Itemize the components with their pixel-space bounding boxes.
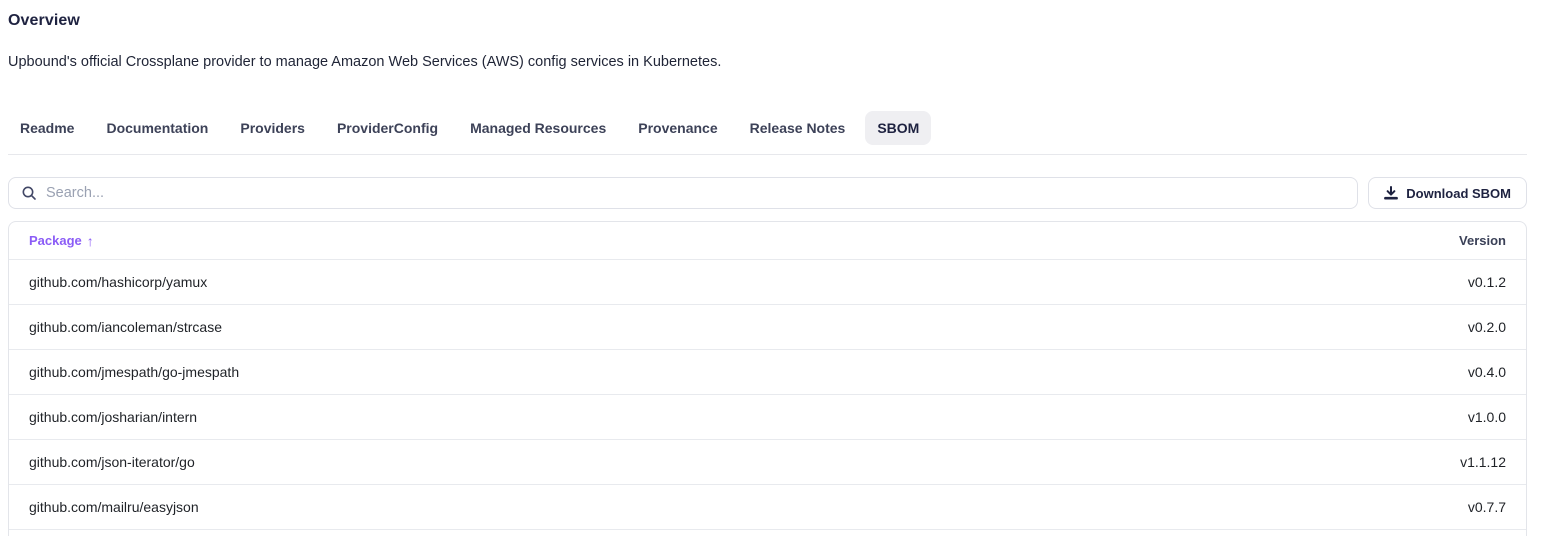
version-cell: v0.2.0 [1468,319,1506,335]
tab-providerconfig[interactable]: ProviderConfig [325,111,450,145]
search-icon [21,185,46,201]
table-header-row: Package ↑ Version [9,222,1526,259]
column-header-package[interactable]: Package ↑ [29,233,94,249]
tab-provenance[interactable]: Provenance [626,111,729,145]
page-title: Overview [8,12,1527,30]
download-sbom-button[interactable]: Download SBOM [1368,177,1527,209]
version-cell: v1.1.12 [1460,454,1506,470]
package-cell: github.com/jmespath/go-jmespath [29,364,239,380]
column-header-version[interactable]: Version [1459,233,1506,248]
search-box[interactable] [8,177,1358,209]
download-sbom-label: Download SBOM [1406,186,1511,201]
version-cell: v0.1.2 [1468,274,1506,290]
package-cell: github.com/mailru/easyjson [29,499,199,515]
tab-providers[interactable]: Providers [228,111,317,145]
tab-bar: Readme Documentation Providers ProviderC… [8,111,1527,145]
sort-ascending-icon: ↑ [87,233,94,249]
table-row: github.com/iancoleman/strcase v0.2.0 [9,304,1526,349]
column-header-package-label: Package [29,233,82,248]
package-cell: github.com/json-iterator/go [29,454,195,470]
version-cell: v1.0.0 [1468,409,1506,425]
tab-documentation[interactable]: Documentation [94,111,220,145]
table-row: github.com/josharian/intern v1.0.0 [9,394,1526,439]
version-cell: v0.4.0 [1468,364,1506,380]
provider-overview-page: Overview Upbound's official Crossplane p… [8,0,1527,536]
tab-managed-resources[interactable]: Managed Resources [458,111,618,145]
page-description: Upbound's official Crossplane provider t… [8,54,1527,70]
tab-sbom[interactable]: SBOM [865,111,931,145]
table-row-partial [9,529,1526,536]
tab-readme[interactable]: Readme [8,111,86,145]
package-cell: github.com/josharian/intern [29,409,197,425]
tabs-divider [8,154,1527,155]
search-input[interactable] [46,185,1345,201]
package-cell: github.com/iancoleman/strcase [29,319,222,335]
sbom-toolbar: Download SBOM [8,177,1527,209]
tab-release-notes[interactable]: Release Notes [738,111,858,145]
package-cell: github.com/hashicorp/yamux [29,274,207,290]
table-row: github.com/json-iterator/go v1.1.12 [9,439,1526,484]
table-row: github.com/mailru/easyjson v0.7.7 [9,484,1526,529]
sbom-package-table: Package ↑ Version github.com/hashicorp/y… [8,221,1527,536]
table-row: github.com/hashicorp/yamux v0.1.2 [9,259,1526,304]
download-icon [1384,186,1398,200]
table-row: github.com/jmespath/go-jmespath v0.4.0 [9,349,1526,394]
version-cell: v0.7.7 [1468,499,1506,515]
